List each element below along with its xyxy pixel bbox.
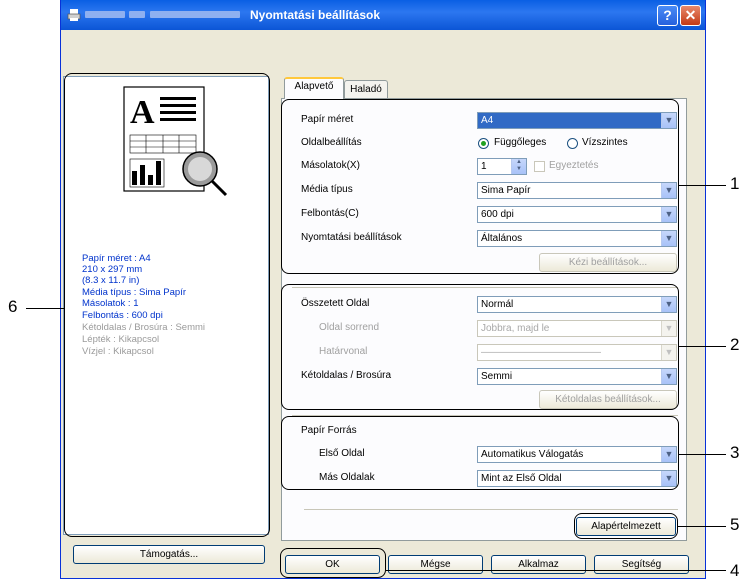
callout-line-4 — [386, 570, 726, 571]
title-masked-text — [150, 11, 240, 18]
callout-number-3: 3 — [730, 443, 740, 462]
callout-frame-3 — [281, 416, 679, 490]
callout-number-2: 2 — [730, 335, 740, 354]
printer-icon — [67, 9, 81, 21]
callout-line-2 — [679, 346, 726, 347]
title-masked-text — [85, 11, 125, 18]
callout-number-1: 1 — [730, 174, 740, 193]
callout-frame-4 — [280, 548, 386, 578]
apply-button[interactable]: Alkalmaz — [491, 555, 586, 574]
group-divider — [304, 509, 678, 510]
help-title-button[interactable]: ? — [657, 5, 678, 26]
callout-frame-5 — [574, 513, 678, 539]
callout-line-3 — [679, 454, 726, 455]
cancel-button[interactable]: Mégse — [388, 555, 483, 574]
callout-frame-6 — [64, 73, 270, 537]
callout-line-6 — [26, 308, 64, 309]
support-button[interactable]: Támogatás... — [73, 545, 265, 564]
callout-frame-1 — [281, 99, 679, 274]
tab-advanced[interactable]: Haladó — [344, 80, 388, 100]
callout-frame-2 — [281, 284, 679, 410]
window-title: Nyomtatási beállítások — [250, 8, 381, 22]
close-button[interactable]: ✕ — [680, 5, 701, 26]
callout-number-4: 4 — [730, 561, 740, 580]
callout-number-6: 6 — [8, 297, 18, 316]
title-bar[interactable]: Nyomtatási beállítások ? ✕ — [61, 0, 705, 30]
callout-line-5 — [678, 526, 726, 527]
title-masked-text — [129, 11, 145, 18]
help-button[interactable]: Segítség — [594, 555, 689, 574]
callout-number-5: 5 — [730, 515, 740, 534]
tab-basic[interactable]: Alapvető — [284, 77, 344, 99]
callout-line-1 — [679, 185, 726, 186]
